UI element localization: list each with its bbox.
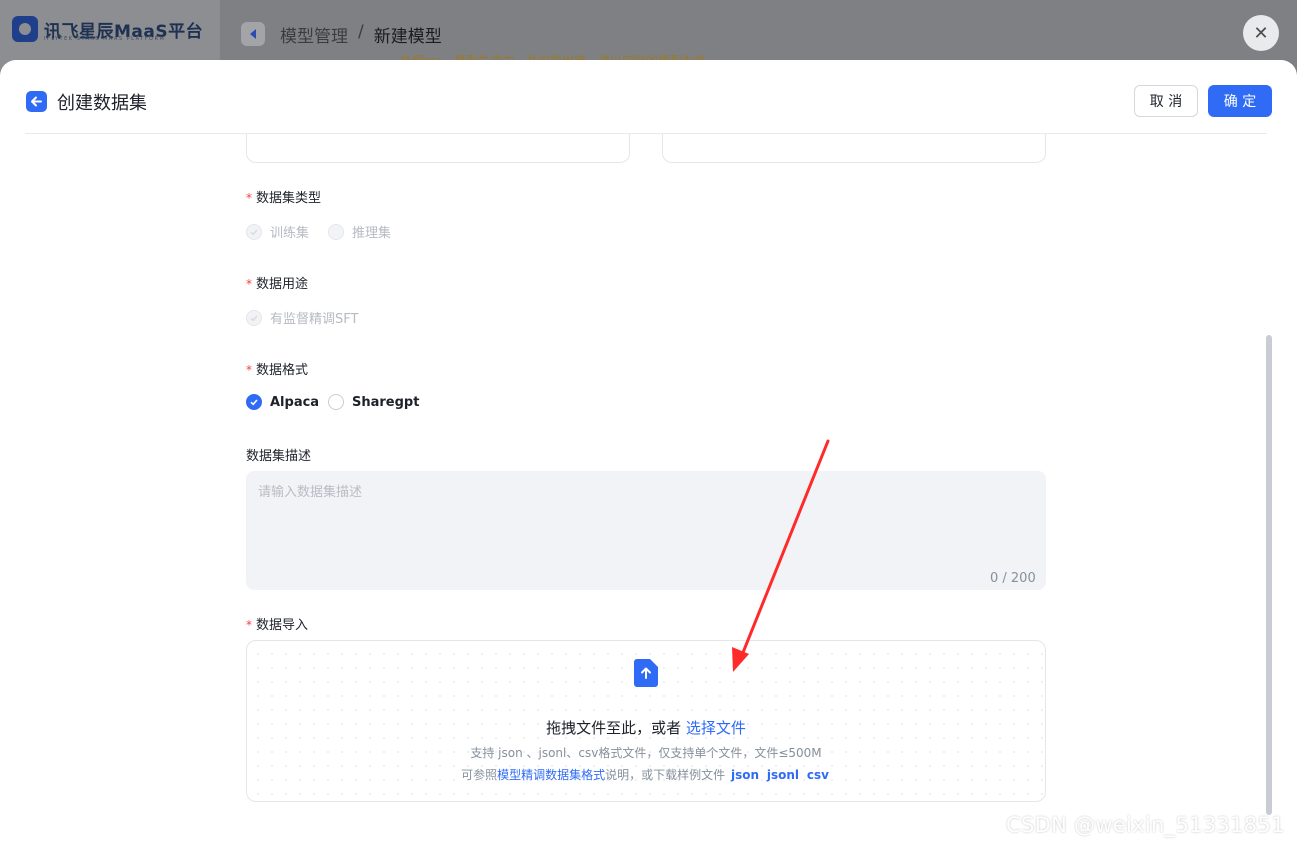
sample-csv-link[interactable]: csv <box>807 768 829 782</box>
checkbox <box>246 309 262 326</box>
radio-button <box>328 394 344 410</box>
data-format-label: * 数据格式 <box>246 363 309 378</box>
format-doc-link[interactable]: 模型精调数据集格式 <box>497 768 605 782</box>
cancel-button[interactable]: 取 消 <box>1134 85 1198 117</box>
radio-checked <box>246 394 262 410</box>
breadcrumb-separator: / <box>358 22 364 42</box>
radio-button <box>328 223 344 240</box>
drawer-title: 创建数据集 <box>57 93 147 114</box>
check-icon <box>250 314 258 321</box>
watermark: CSDN @weixin_51331851 <box>1006 813 1285 837</box>
check-icon <box>250 228 258 235</box>
option-sft[interactable]: 有监督精调SFT <box>246 308 358 327</box>
close-button[interactable]: ✕ <box>1243 15 1279 51</box>
warning-text: 处理ms，模型生成中，并可能出错，请以实际的模型为准 <box>400 52 706 60</box>
sample-jsonl-link[interactable]: jsonl <box>767 768 799 782</box>
breadcrumb-item-model-management[interactable]: 模型管理 <box>280 22 348 47</box>
description-input[interactable] <box>246 471 1046 590</box>
upload-reference-text: 可参照模型精调数据集格式说明，或下载样例文件 json jsonl csv <box>461 768 829 782</box>
select-file-link[interactable]: 选择文件 <box>686 719 746 737</box>
option-training-set[interactable]: 训练集 <box>246 222 309 241</box>
close-icon: ✕ <box>1253 22 1269 44</box>
option-inference-set[interactable]: 推理集 <box>328 222 391 241</box>
breadcrumb-item-current: 新建模型 <box>373 27 442 47</box>
upload-main-text: 拖拽文件至此，或者 选择文件 <box>546 719 746 737</box>
option-alpaca[interactable]: Alpaca <box>246 394 319 410</box>
logo-icon <box>12 16 38 42</box>
create-dataset-drawer: 创建数据集 取 消 确 定 * 数据集类型 训练集 推理集 * 数据用途 有监督精调… <box>0 60 1297 847</box>
upload-support-text: 支持 json 、jsonl、csv格式文件，仅支持单个文件，文件≤500M <box>470 746 822 760</box>
caret-left-icon <box>250 29 256 39</box>
data-purpose-label: * 数据用途 <box>246 277 309 292</box>
breadcrumb: 模型管理 / 新建模型 <box>280 22 442 47</box>
arrow-left-icon <box>31 96 42 107</box>
check-icon <box>250 399 258 406</box>
collapse-sidebar-button[interactable] <box>241 22 265 46</box>
drawer-header: 创建数据集 取 消 确 定 <box>0 60 1297 134</box>
source-card-left[interactable] <box>246 134 630 163</box>
data-import-label: * 数据导入 <box>246 618 309 633</box>
description-label: 数据集描述 <box>246 449 312 464</box>
scrollbar[interactable] <box>1266 335 1272 815</box>
confirm-button[interactable]: 确 定 <box>1208 85 1272 117</box>
option-sharegpt[interactable]: Sharegpt <box>328 394 419 410</box>
checkbox <box>246 223 262 240</box>
sample-json-link[interactable]: json <box>731 768 759 782</box>
back-button[interactable] <box>26 91 47 112</box>
source-card-right[interactable] <box>662 134 1046 163</box>
char-count: 0 / 200 <box>990 571 1036 586</box>
dataset-type-label: * 数据集类型 <box>246 191 322 206</box>
upload-file-icon <box>634 659 658 687</box>
logo-subtext: IFLYTEK STARS MAAS PLATFORM <box>44 36 166 42</box>
header-divider <box>25 133 1267 134</box>
